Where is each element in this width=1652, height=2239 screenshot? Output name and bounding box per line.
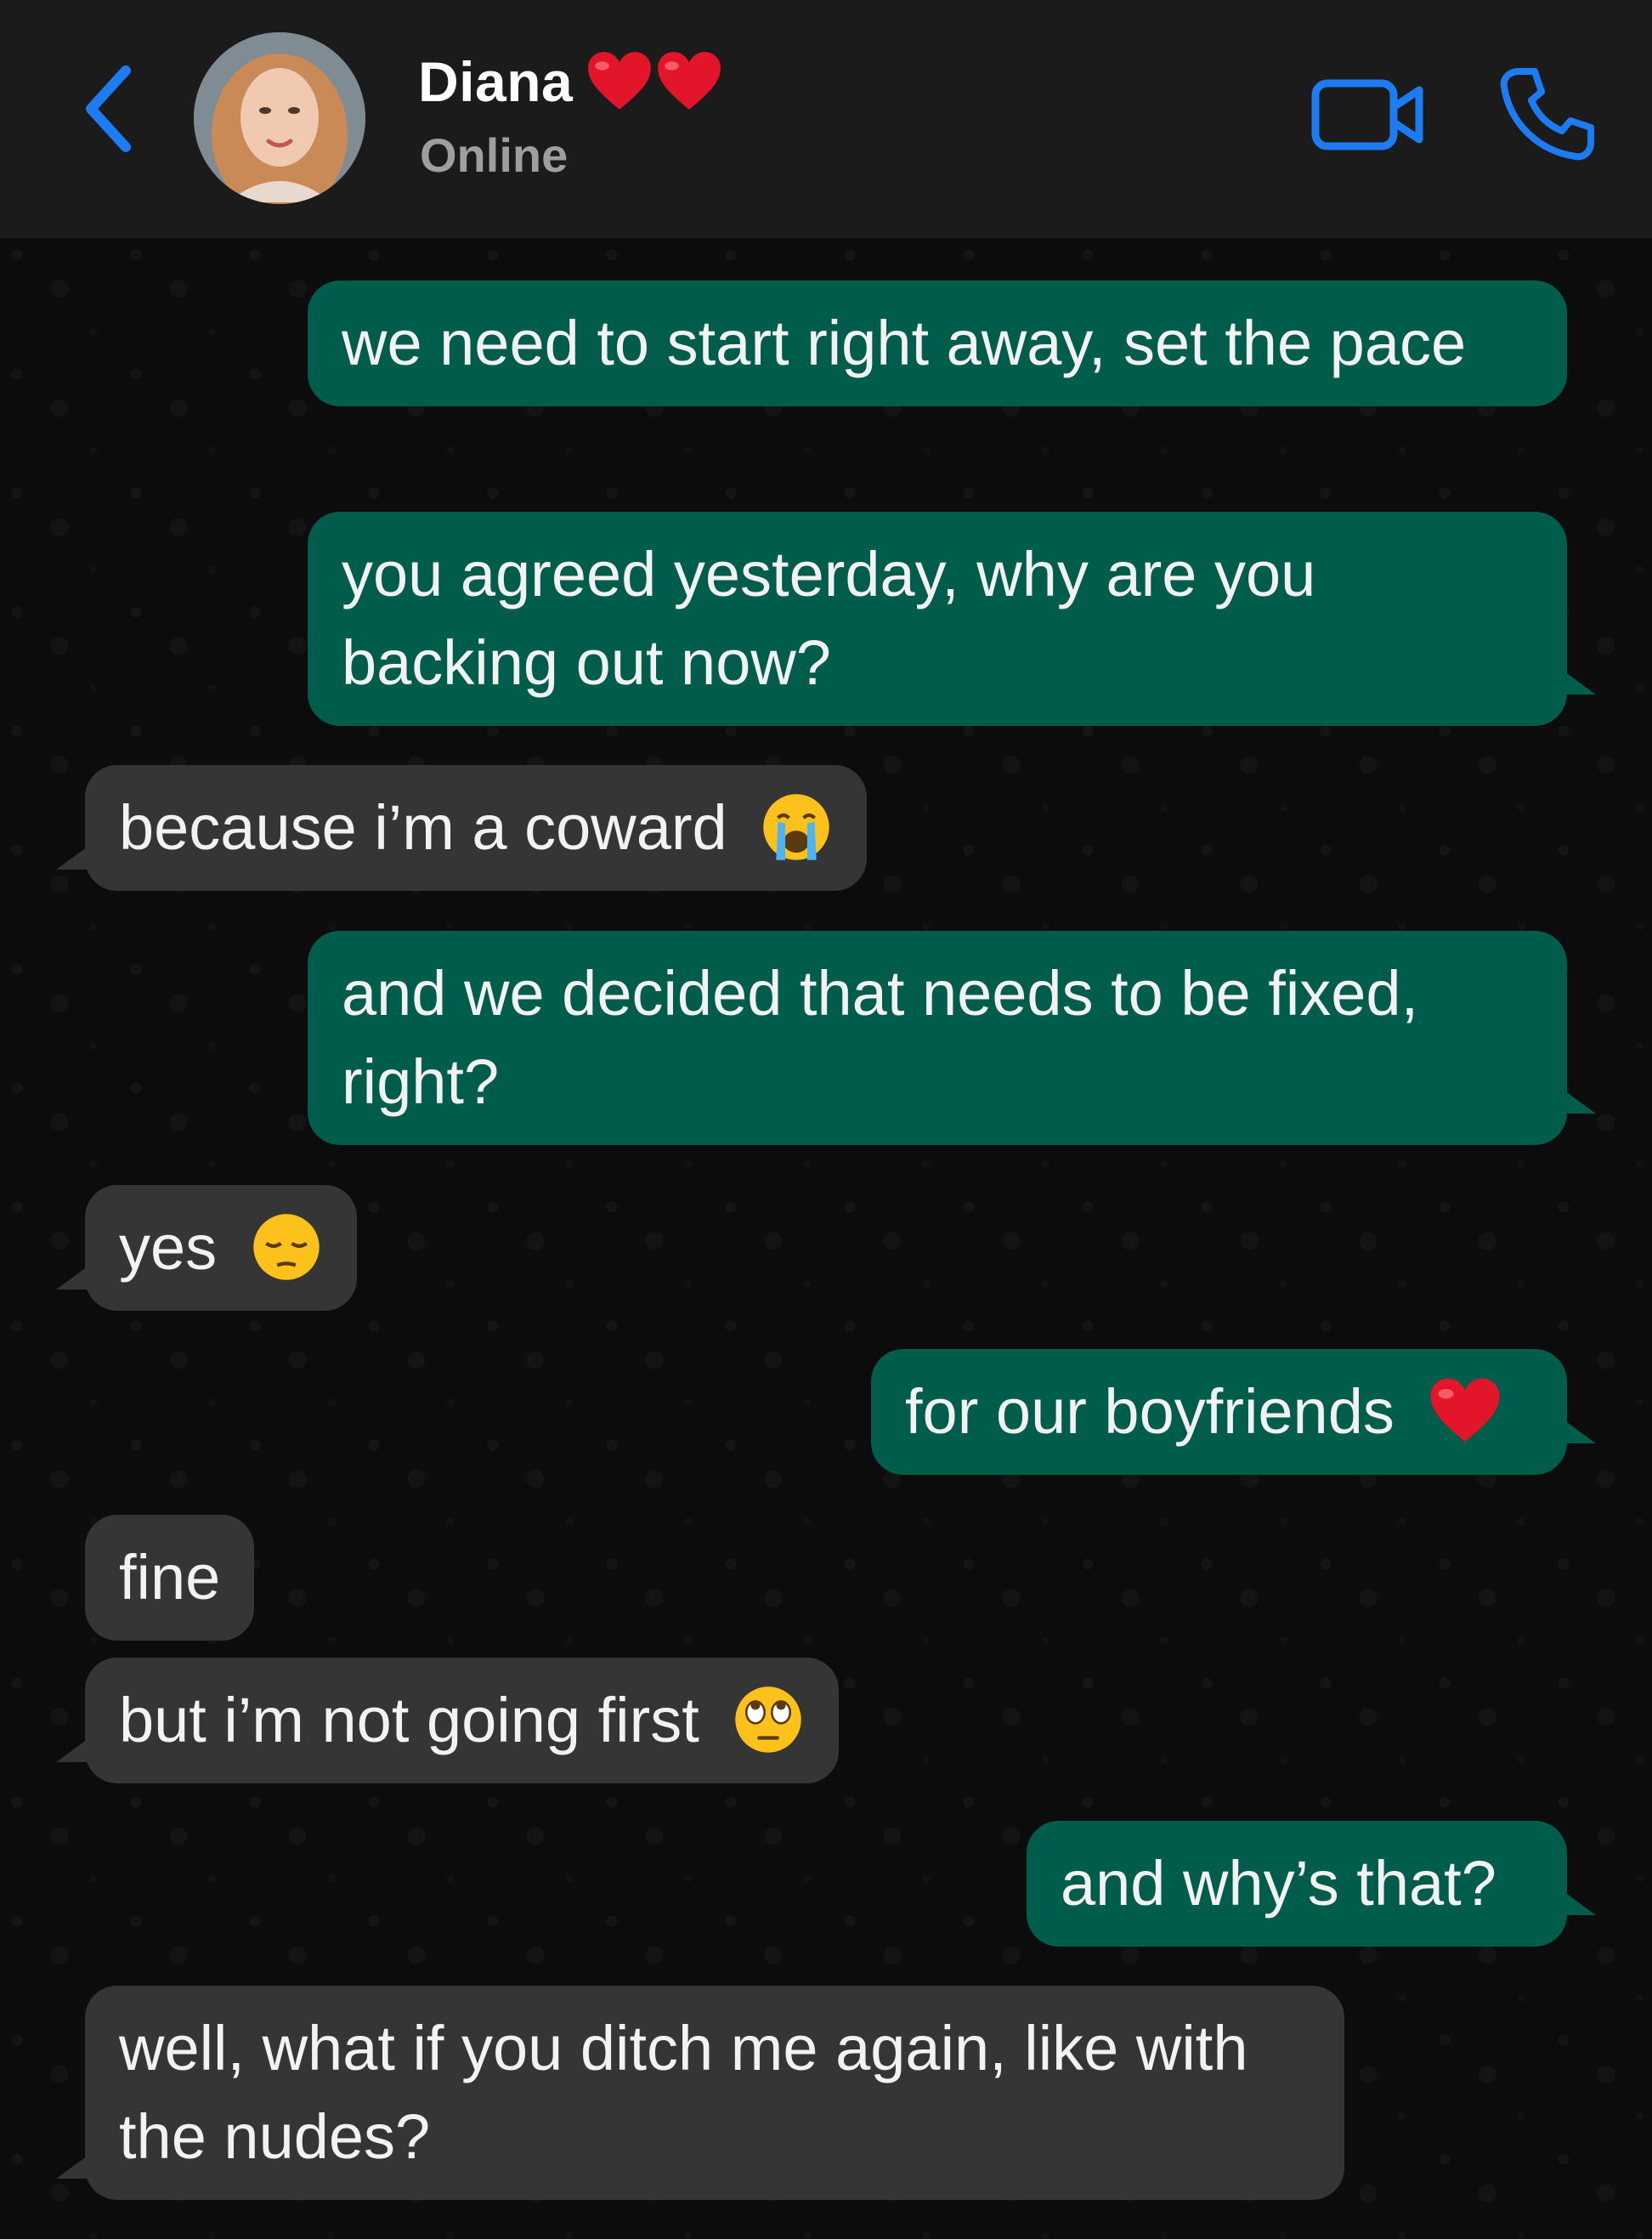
- red-heart-icon: [588, 52, 652, 110]
- loudly-crying-face-icon: [763, 794, 829, 861]
- message-bubble-incoming[interactable]: but i’m not going first: [85, 1658, 840, 1783]
- chat-header: Diana Online: [0, 0, 1652, 238]
- message-bubble-outgoing[interactable]: and we decided that needs to be fixed, r…: [308, 931, 1567, 1145]
- chat-screen: Diana Online we need to start right away…: [0, 0, 1652, 2239]
- video-camera-icon: [1311, 79, 1423, 150]
- message-text: yes: [119, 1212, 218, 1283]
- avatar[interactable]: [194, 32, 365, 204]
- message-bubble-incoming[interactable]: yes: [85, 1185, 357, 1311]
- message-text: and why’s that?: [1061, 1848, 1496, 1919]
- contact-name: Diana: [418, 50, 574, 113]
- message-text: fine: [119, 1542, 221, 1613]
- message-list[interactable]: we need to start right away, set the pac…: [0, 238, 1652, 2239]
- contact-status: Online: [420, 128, 569, 182]
- message-text: but i’m not going first: [119, 1685, 699, 1755]
- message-bubble-outgoing[interactable]: and why’s that?: [1027, 1821, 1567, 1947]
- message-bubble-outgoing[interactable]: for our boyfriends: [871, 1349, 1567, 1475]
- chevron-left-icon: [86, 65, 131, 152]
- message-text: we need to start right away, set the pac…: [342, 308, 1467, 378]
- contact-name-row[interactable]: Diana: [418, 49, 724, 114]
- avatar-photo-icon: [194, 32, 365, 204]
- back-button[interactable]: [75, 58, 143, 160]
- pensive-face-icon: [253, 1214, 320, 1281]
- message-text: well, what if you ditch me again, like w…: [119, 2013, 1248, 2172]
- message-text: you agreed yesterday, why are you backin…: [342, 539, 1316, 698]
- message-bubble-outgoing[interactable]: you agreed yesterday, why are you backin…: [308, 512, 1567, 726]
- message-bubble-outgoing[interactable]: we need to start right away, set the pac…: [308, 281, 1567, 406]
- message-text: for our boyfriends: [905, 1376, 1395, 1447]
- voice-call-button[interactable]: [1496, 63, 1598, 165]
- message-text: and we decided that needs to be fixed, r…: [342, 958, 1419, 1117]
- video-call-button[interactable]: [1309, 68, 1428, 162]
- message-bubble-incoming[interactable]: well, what if you ditch me again, like w…: [85, 1986, 1344, 2200]
- name-hearts: [585, 49, 724, 114]
- face-with-rolling-eyes-icon: [735, 1686, 802, 1754]
- message-text: because i’m a coward: [119, 792, 727, 863]
- red-heart-icon: [658, 52, 721, 110]
- message-bubble-incoming[interactable]: because i’m a coward: [85, 765, 868, 891]
- message-bubble-incoming[interactable]: fine: [85, 1515, 255, 1641]
- red-heart-icon: [1430, 1379, 1500, 1443]
- phone-icon: [1500, 68, 1594, 161]
